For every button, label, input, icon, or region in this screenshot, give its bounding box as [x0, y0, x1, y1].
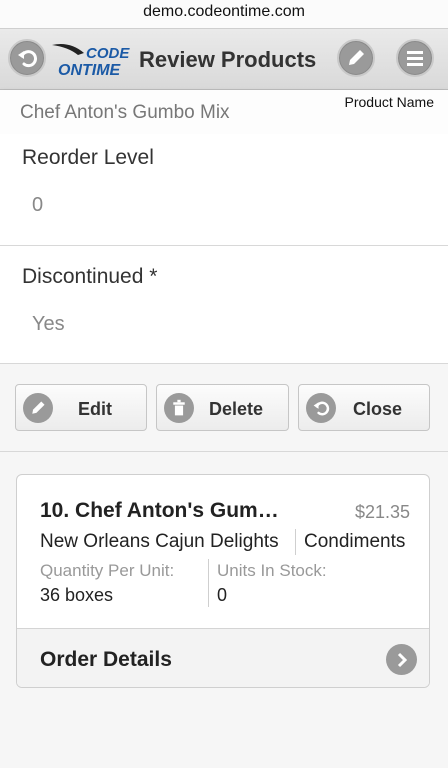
card-title: 10. Chef Anton's Gumbo Mix: [40, 499, 280, 522]
edit-action-label: Edit: [78, 399, 112, 419]
menu-button[interactable]: [396, 39, 434, 77]
stock-label: Units In Stock:: [217, 561, 327, 580]
quantity-value: 36 boxes: [40, 585, 114, 605]
back-button[interactable]: [8, 39, 46, 77]
app-toolbar: CODE ONTIME Review Products: [0, 28, 448, 90]
url-text: demo.codeontime.com: [143, 3, 305, 20]
stock-value: 0: [217, 585, 228, 605]
chevron-right-icon: [386, 644, 417, 675]
divider: [295, 529, 296, 555]
divider: [208, 559, 209, 607]
delete-action-label: Delete: [209, 399, 264, 419]
back-arrow-icon: [306, 393, 336, 423]
browser-url-bar[interactable]: demo.codeontime.com: [0, 0, 448, 28]
card-category: Condiments: [304, 531, 406, 552]
field-discontinued: Discontinued * Yes: [0, 246, 448, 364]
pencil-icon: [23, 393, 53, 423]
close-action-button[interactable]: Close: [298, 384, 430, 431]
order-details-label: Order Details: [40, 648, 172, 671]
page-title: Review Products: [139, 47, 317, 72]
context-value: Chef Anton's Gumbo Mix: [20, 102, 230, 123]
code-ontime-logo: CODE ONTIME: [50, 39, 132, 79]
pencil-icon: [349, 50, 364, 65]
field-reorder-level: Reorder Level 0: [0, 134, 448, 246]
context-label: Product Name: [344, 94, 434, 110]
product-card[interactable]: 10. Chef Anton's Gumbo Mix $21.35 New Or…: [16, 474, 430, 688]
field-value: 0: [32, 194, 44, 216]
edit-button[interactable]: [337, 39, 375, 77]
field-label: Reorder Level: [22, 146, 154, 169]
edit-action-button[interactable]: Edit: [15, 384, 147, 431]
field-value: Yes: [32, 313, 65, 335]
card-supplier: New Orleans Cajun Delights: [40, 531, 279, 552]
quantity-label: Quantity Per Unit:: [40, 561, 175, 580]
svg-text:ONTIME: ONTIME: [58, 62, 122, 79]
action-bar: Edit Delete Close: [0, 364, 448, 452]
back-arrow-icon: [18, 50, 37, 68]
close-action-label: Close: [353, 399, 403, 419]
field-label: Discontinued *: [22, 265, 158, 288]
svg-text:CODE: CODE: [86, 45, 130, 62]
delete-action-button[interactable]: Delete: [156, 384, 289, 431]
trash-icon: [164, 393, 194, 423]
card-price: $21.35: [354, 502, 410, 522]
order-details-link[interactable]: Order Details: [17, 628, 429, 687]
context-bar: Product Name Chef Anton's Gumbo Mix: [0, 90, 448, 134]
menu-icon: [407, 51, 423, 66]
